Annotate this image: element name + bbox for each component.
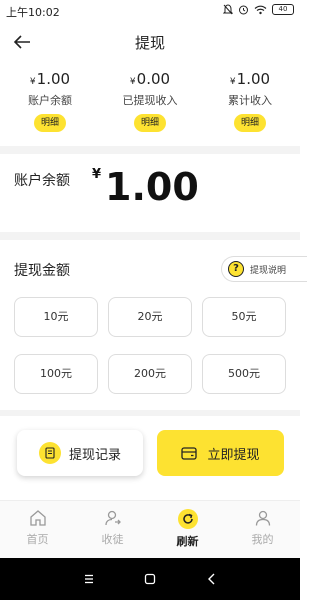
system-nav-bar bbox=[0, 558, 300, 600]
section-divider bbox=[0, 232, 300, 240]
detail-button[interactable]: 明细 bbox=[34, 114, 66, 132]
alarm-icon bbox=[239, 5, 248, 15]
stat-value: ¥1.00 bbox=[229, 70, 271, 88]
recruit-icon bbox=[104, 510, 121, 526]
status-time: 上午10:02 bbox=[6, 6, 60, 19]
tab-label: 我的 bbox=[251, 533, 274, 546]
withdraw-amount-title: 提现金额 bbox=[14, 263, 70, 279]
record-icon bbox=[38, 442, 61, 464]
stat-label: 累计收入 bbox=[228, 94, 272, 107]
amount-option[interactable]: 500元 bbox=[202, 354, 286, 394]
amount-option[interactable]: 100元 bbox=[14, 354, 98, 394]
detail-button[interactable]: 明细 bbox=[234, 114, 266, 132]
tab-home[interactable]: 首页 bbox=[0, 501, 75, 558]
mute-icon bbox=[223, 4, 233, 15]
battery-icon: 40 bbox=[272, 4, 294, 15]
status-icons: 40 bbox=[223, 4, 294, 15]
amount-option[interactable]: 50元 bbox=[202, 297, 286, 337]
tab-label: 首页 bbox=[26, 533, 49, 546]
status-bar: 上午10:02 40 bbox=[0, 0, 300, 22]
stat-total-income: ¥1.00 累计收入 明细 bbox=[200, 68, 300, 140]
amount-option[interactable]: 200元 bbox=[108, 354, 192, 394]
section-divider bbox=[0, 146, 300, 154]
action-buttons: 提现记录 立即提现 bbox=[0, 430, 300, 480]
stat-account-balance: ¥1.00 账户余额 明细 bbox=[0, 68, 100, 140]
tab-profile[interactable]: 我的 bbox=[225, 501, 300, 558]
withdraw-now-label: 立即提现 bbox=[207, 447, 260, 463]
withdraw-record-button[interactable]: 提现记录 bbox=[17, 430, 143, 476]
home-icon bbox=[29, 510, 46, 526]
tab-refresh[interactable]: 刷新 bbox=[150, 501, 225, 558]
amount-option[interactable]: 20元 bbox=[108, 297, 192, 337]
withdraw-record-label: 提现记录 bbox=[68, 447, 121, 463]
bottom-tab-bar: 首页 收徒 刷新 我的 bbox=[0, 500, 300, 558]
wifi-icon bbox=[254, 5, 267, 14]
stat-label: 账户余额 bbox=[28, 94, 72, 107]
balance-amount: ¥1.00 bbox=[92, 165, 199, 209]
tab-label: 收徒 bbox=[101, 533, 124, 546]
detail-button[interactable]: 明细 bbox=[134, 114, 166, 132]
stat-label: 已提现收入 bbox=[122, 94, 178, 107]
menu-icon[interactable] bbox=[81, 571, 97, 587]
home-square-icon[interactable] bbox=[142, 571, 158, 587]
tab-label: 刷新 bbox=[176, 535, 199, 548]
balance-label: 账户余额 bbox=[14, 173, 70, 189]
tab-recruit[interactable]: 收徒 bbox=[75, 501, 150, 558]
income-stats: ¥1.00 账户余额 明细 ¥0.00 已提现收入 明细 ¥1.00 累计收入 … bbox=[0, 68, 300, 140]
page-title: 提现 bbox=[134, 34, 165, 52]
stat-value: ¥0.00 bbox=[129, 70, 171, 88]
withdraw-info-label: 提现说明 bbox=[250, 265, 287, 276]
profile-icon bbox=[255, 510, 270, 526]
back-icon[interactable] bbox=[204, 571, 220, 587]
wallet-icon bbox=[181, 447, 198, 460]
header: 提现 bbox=[0, 22, 300, 62]
refresh-icon bbox=[177, 509, 198, 529]
withdraw-info-button[interactable]: ? 提现说明 bbox=[221, 256, 307, 282]
question-icon: ? bbox=[228, 261, 244, 277]
stat-value: ¥1.00 bbox=[29, 70, 71, 88]
section-divider bbox=[0, 410, 300, 416]
amount-option[interactable]: 10元 bbox=[14, 297, 98, 337]
withdraw-now-button[interactable]: 立即提现 bbox=[157, 430, 284, 476]
stat-withdrawn-income: ¥0.00 已提现收入 明细 bbox=[100, 68, 200, 140]
